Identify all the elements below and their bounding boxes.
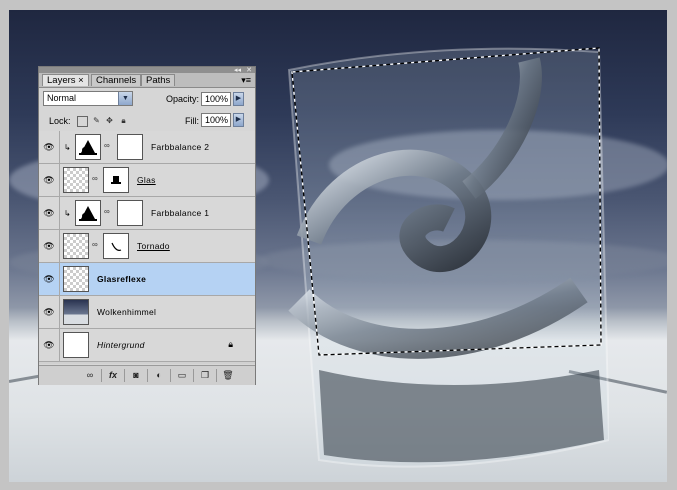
lock-all-icon[interactable]: 🔒︎ xyxy=(119,116,128,125)
layer-name: Hintergrund xyxy=(97,340,145,350)
layer-row[interactable]: 👁︎ ∞ Tornado xyxy=(39,230,255,263)
chain-link-icon[interactable]: ∞ xyxy=(92,174,98,183)
fill-slider-button[interactable]: ▶ xyxy=(233,113,244,127)
layer-row[interactable]: 👁︎ ∞ Glas xyxy=(39,164,255,197)
eye-icon[interactable]: 👁︎ xyxy=(41,273,57,285)
fill-field[interactable]: 100% xyxy=(201,113,231,127)
adjustment-thumbnail[interactable] xyxy=(75,134,101,160)
lock-pixels-icon[interactable]: ✎ xyxy=(92,116,101,125)
add-mask-icon[interactable]: ◙ xyxy=(129,369,143,381)
clip-arrow-icon: ↳ xyxy=(64,209,71,218)
mask-thumbnail[interactable] xyxy=(117,134,143,160)
new-layer-icon[interactable]: ❐ xyxy=(198,369,212,381)
chain-link-icon[interactable]: ∞ xyxy=(104,141,110,150)
mask-thumbnail[interactable] xyxy=(103,167,129,193)
layer-name: Tornado xyxy=(137,241,170,251)
glass-image xyxy=(287,47,609,468)
eye-icon[interactable]: 👁︎ xyxy=(41,339,57,351)
layer-name: Glas xyxy=(137,175,156,185)
tab-channels[interactable]: Channels xyxy=(91,74,142,86)
fill-label: Fill: xyxy=(185,116,199,126)
layer-thumbnail[interactable] xyxy=(63,167,89,193)
layer-name: Farbbalance 1 xyxy=(151,208,210,218)
chain-link-icon[interactable]: ∞ xyxy=(92,240,98,249)
blend-mode-select[interactable]: Normal ▼ xyxy=(43,91,133,106)
layers-panel: ◂◂ ✕ Layers × Channels Paths ▾≡ Normal ▼… xyxy=(38,66,256,385)
eye-icon[interactable]: 👁︎ xyxy=(41,174,57,186)
layer-row[interactable]: 👁︎ ↳ ∞ Farbbalance 2 xyxy=(39,131,255,164)
panel-bottom-toolbar: ∞ fx ◙ ◐ ▭ ❐ 🗑︎ xyxy=(39,365,255,385)
chain-link-icon[interactable]: ∞ xyxy=(104,207,110,216)
lock-label: Lock: xyxy=(49,116,71,126)
opacity-field[interactable]: 100% xyxy=(201,92,231,106)
clip-arrow-icon: ↳ xyxy=(64,143,71,152)
adjustment-thumbnail[interactable] xyxy=(75,200,101,226)
lock-icon: 🔒︎ xyxy=(228,339,233,349)
eye-icon[interactable]: 👁︎ xyxy=(41,306,57,318)
eye-icon[interactable]: 👁︎ xyxy=(41,207,57,219)
panel-tabs: Layers × Channels Paths ▾≡ xyxy=(39,73,255,88)
layer-style-icon[interactable]: fx xyxy=(106,369,120,381)
lock-row: Lock: ✎ ✥ 🔒︎ Fill: 100% ▶ xyxy=(39,110,255,132)
layer-name: Glasreflexe xyxy=(97,274,147,284)
blend-row: Normal ▼ Opacity: 100% ▶ xyxy=(39,88,255,110)
opacity-slider-button[interactable]: ▶ xyxy=(233,92,244,106)
layer-thumbnail[interactable] xyxy=(63,266,89,292)
tab-paths[interactable]: Paths xyxy=(141,74,176,86)
new-group-icon[interactable]: ▭ xyxy=(175,369,189,381)
layer-name: Farbbalance 2 xyxy=(151,142,210,152)
chevron-down-icon[interactable]: ▼ xyxy=(118,92,132,105)
delete-layer-icon[interactable]: 🗑︎ xyxy=(221,369,235,381)
lock-transparency-icon[interactable] xyxy=(77,116,88,127)
adjustment-layer-icon[interactable]: ◐ xyxy=(152,369,166,381)
opacity-label: Opacity: xyxy=(166,94,200,104)
layer-row-selected[interactable]: 👁︎ Glasreflexe xyxy=(39,263,255,296)
link-layers-icon[interactable]: ∞ xyxy=(83,369,97,381)
mask-thumbnail[interactable] xyxy=(103,233,129,259)
layer-thumbnail[interactable] xyxy=(63,332,89,358)
eye-icon[interactable]: 👁︎ xyxy=(41,240,57,252)
layer-list: 👁︎ ↳ ∞ Farbbalance 2 👁︎ ∞ Glas 👁︎ ↳ ∞ Fa… xyxy=(39,131,255,364)
layer-row[interactable]: 👁︎ ↳ ∞ Farbbalance 1 xyxy=(39,197,255,230)
layer-row[interactable]: 👁︎ Wolkenhimmel xyxy=(39,296,255,329)
layer-row[interactable]: 👁︎ Hintergrund 🔒︎ xyxy=(39,329,255,362)
panel-menu-icon[interactable]: ▾≡ xyxy=(241,75,251,86)
mask-thumbnail[interactable] xyxy=(117,200,143,226)
lock-position-icon[interactable]: ✥ xyxy=(105,116,114,125)
layer-thumbnail[interactable] xyxy=(63,299,89,325)
layer-name: Wolkenhimmel xyxy=(97,307,157,317)
tab-layers[interactable]: Layers × xyxy=(42,74,89,86)
eye-icon[interactable]: 👁︎ xyxy=(41,141,57,153)
layer-thumbnail[interactable] xyxy=(63,233,89,259)
blend-mode-value: Normal xyxy=(47,93,77,103)
window-frame: ◂◂ ✕ Layers × Channels Paths ▾≡ Normal ▼… xyxy=(0,0,677,490)
